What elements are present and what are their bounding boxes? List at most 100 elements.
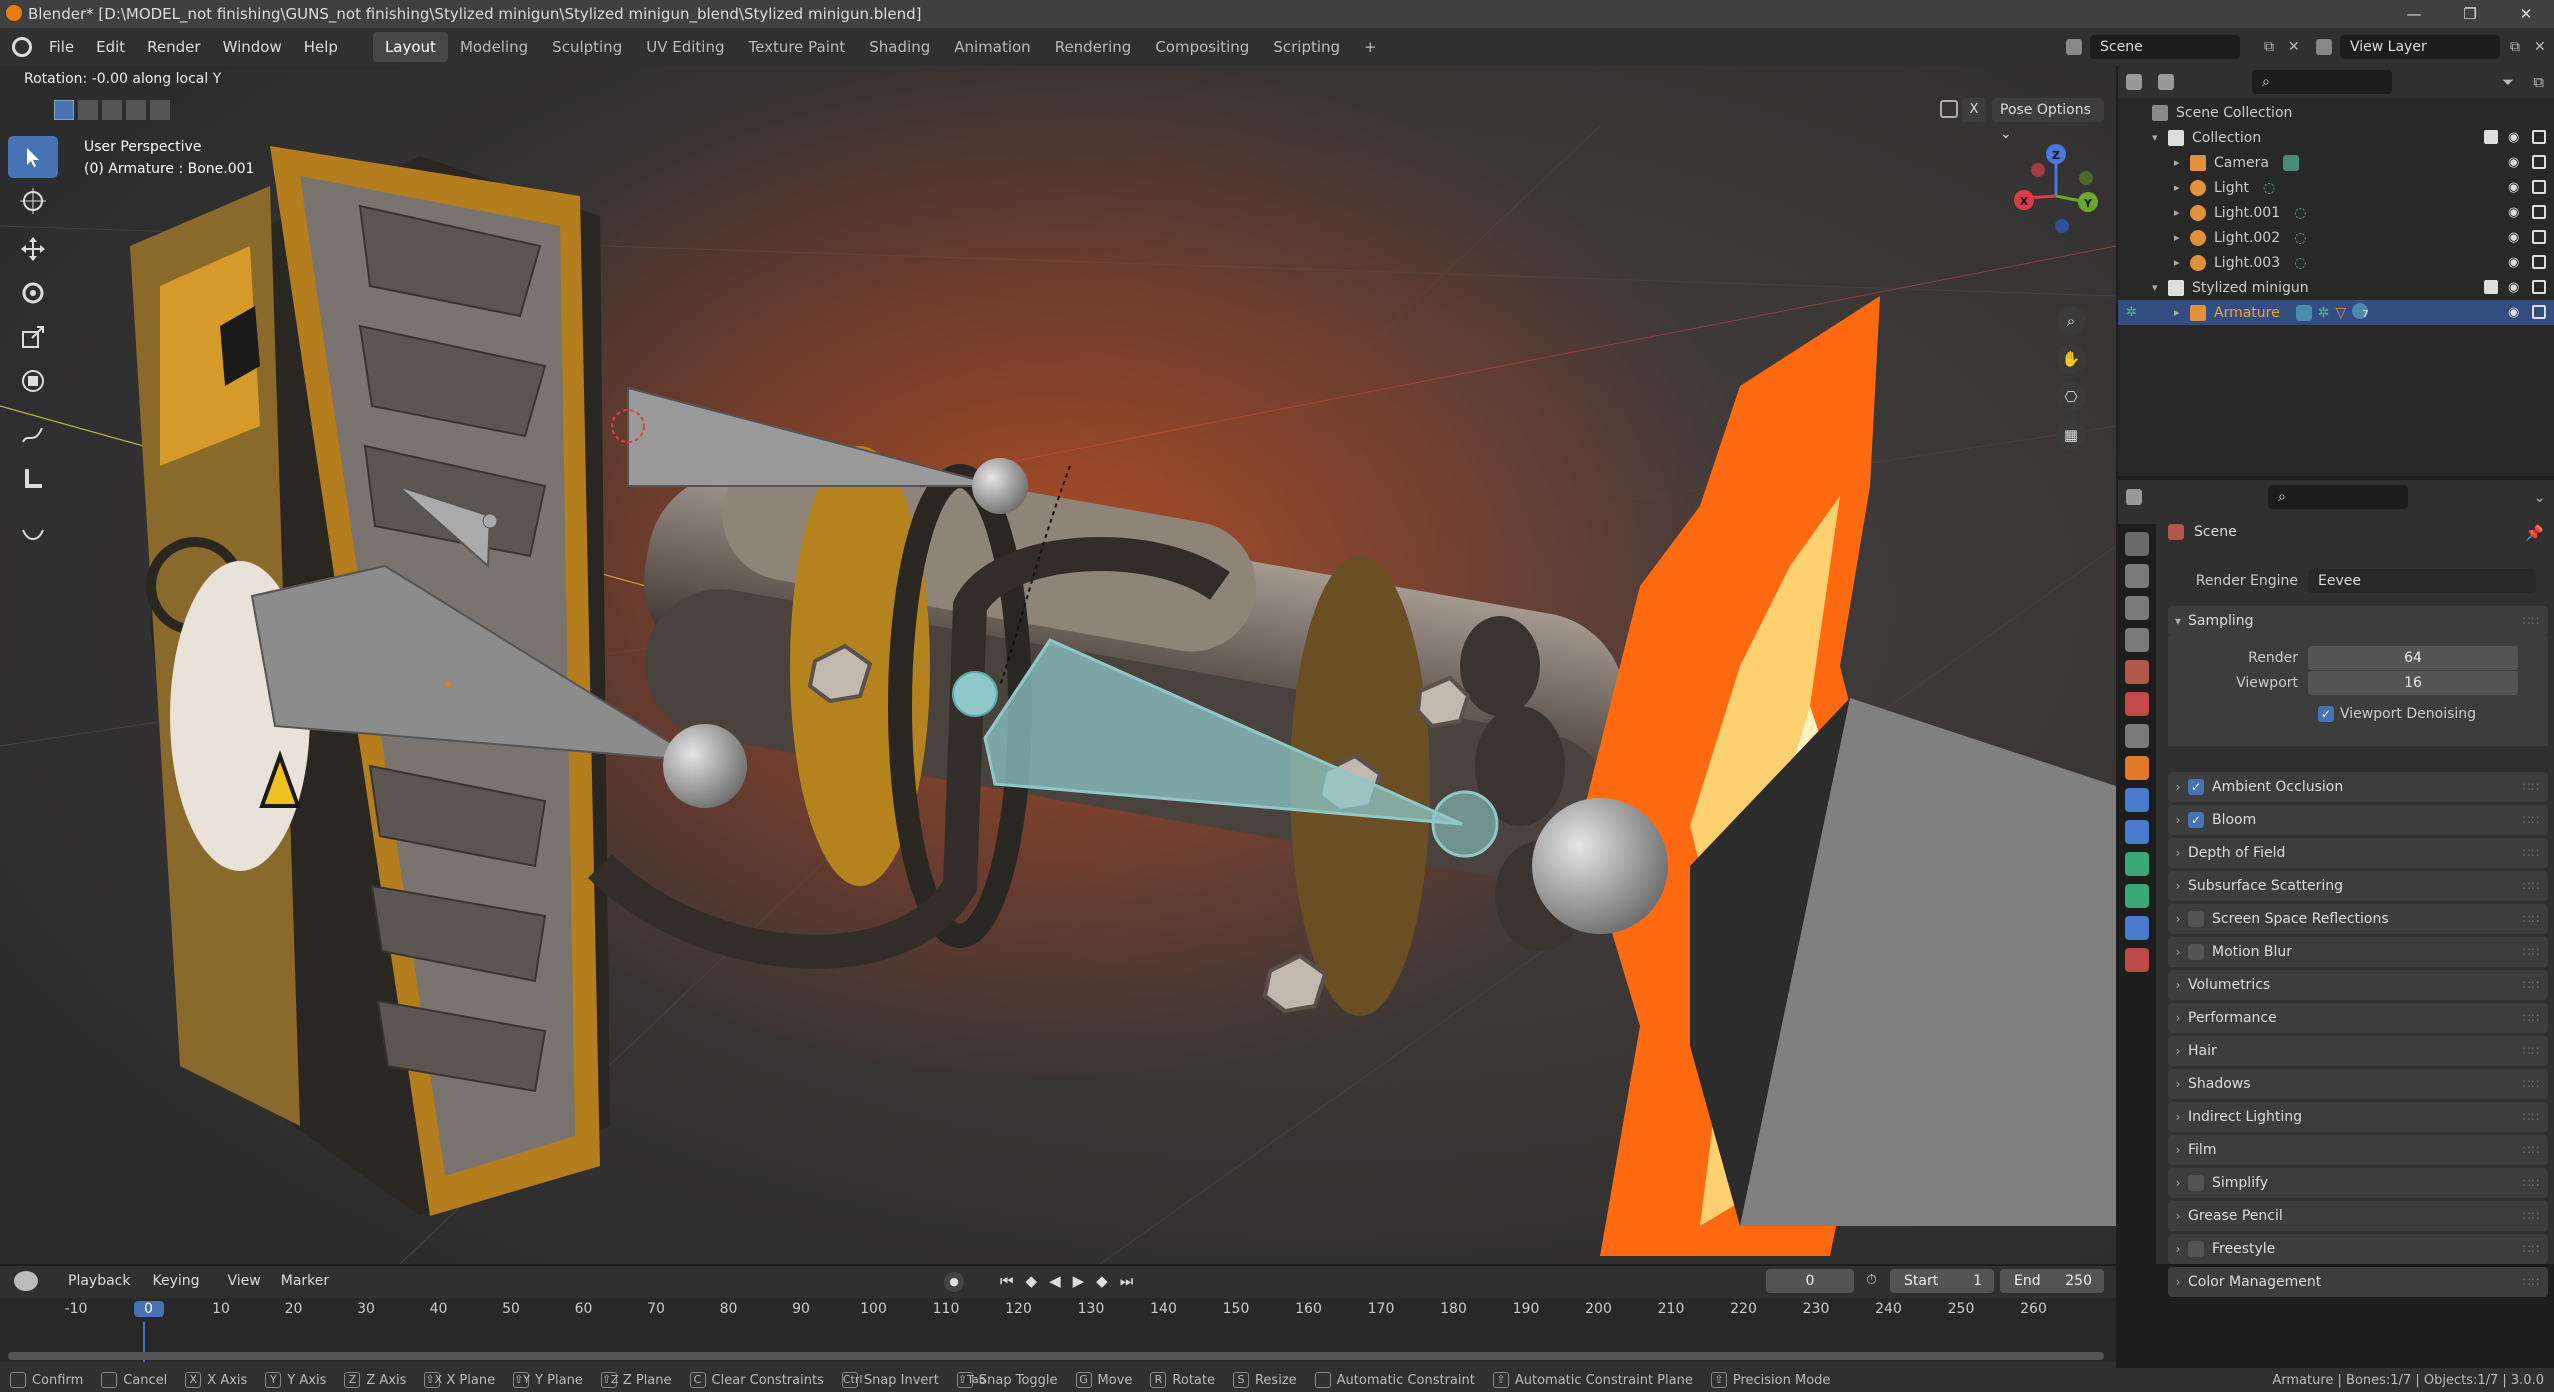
pin-icon[interactable]: 📌: [2525, 524, 2544, 542]
drag-handle-icon[interactable]: ∷∷: [2523, 614, 2540, 628]
drag-handle-icon[interactable]: ∷∷: [2523, 879, 2540, 893]
select-invert-icon[interactable]: [126, 100, 146, 120]
eye-icon[interactable]: ◉: [2508, 305, 2522, 320]
pose-mirror-icon[interactable]: [1940, 100, 1958, 118]
eye-icon[interactable]: ◉: [2508, 255, 2522, 270]
panel-expand-icon[interactable]: ▾: [2168, 614, 2188, 628]
properties-search-input[interactable]: ⌕: [2268, 485, 2408, 509]
eye-icon[interactable]: ◉: [2508, 205, 2522, 220]
bone-roll-tool[interactable]: [8, 512, 58, 554]
panel-screen-space-reflections[interactable]: › Screen Space Reflections ∷∷: [2168, 904, 2548, 934]
panel-freestyle[interactable]: › Freestyle ∷∷: [2168, 1234, 2548, 1264]
panel-enable-checkbox[interactable]: ✓: [2188, 812, 2204, 828]
x-mirror-toggle[interactable]: X: [1962, 98, 1986, 122]
eye-icon[interactable]: ◉: [2508, 230, 2522, 245]
light-data-icon[interactable]: ◌: [2294, 205, 2306, 221]
properties-editor-type-icon[interactable]: [2126, 489, 2142, 505]
camera-render-icon[interactable]: [2532, 205, 2546, 219]
panel-expand-icon[interactable]: ›: [2168, 978, 2188, 992]
drag-handle-icon[interactable]: ∷∷: [2523, 1209, 2540, 1223]
panel-shadows[interactable]: › Shadows ∷∷: [2168, 1069, 2548, 1099]
outliner-row-collection[interactable]: ▾ Collection ◉: [2118, 125, 2554, 150]
current-frame-field[interactable]: 0: [1766, 1269, 1854, 1293]
jump-keyframe-forward-icon[interactable]: ◆: [1096, 1272, 1108, 1290]
children-badge[interactable]: 7: [2352, 302, 2369, 323]
expand-arrow-icon[interactable]: ▾: [2152, 131, 2168, 144]
expand-arrow-icon[interactable]: ▸: [2174, 306, 2190, 319]
drag-handle-icon[interactable]: ∷∷: [2523, 912, 2540, 926]
panel-expand-icon[interactable]: ›: [2168, 1044, 2188, 1058]
blender-menu-icon[interactable]: [12, 37, 32, 57]
scene-remove-icon[interactable]: ✕: [2288, 39, 2300, 55]
panel-ambient-occlusion[interactable]: › ✓ Ambient Occlusion ∷∷: [2168, 772, 2548, 802]
camera-render-icon[interactable]: [2532, 255, 2546, 269]
panel-expand-icon[interactable]: ›: [2168, 912, 2188, 926]
select-new-icon[interactable]: [54, 100, 74, 120]
camera-render-icon[interactable]: [2532, 130, 2546, 144]
viewport-denoising-checkbox[interactable]: ✓: [2318, 706, 2334, 722]
camera-render-icon[interactable]: [2532, 230, 2546, 244]
outliner-row-armature[interactable]: ✲ ▸ Armature ✲ ▽ 7 ◉: [2118, 300, 2554, 325]
view-layer-selector[interactable]: View Layer: [2340, 35, 2500, 59]
render-tab-icon[interactable]: [2125, 564, 2149, 588]
panel-subsurface-scattering[interactable]: › Subsurface Scattering ∷∷: [2168, 871, 2548, 901]
world-tab-icon[interactable]: [2125, 692, 2149, 716]
outliner-search-input[interactable]: ⌕: [2252, 70, 2392, 94]
scene-tab-icon[interactable]: [2125, 660, 2149, 684]
panel-simplify[interactable]: › Simplify ∷∷: [2168, 1168, 2548, 1198]
drag-handle-icon[interactable]: ∷∷: [2523, 1110, 2540, 1124]
camera-render-icon[interactable]: [2532, 180, 2546, 194]
camera-render-icon[interactable]: [2532, 155, 2546, 169]
drag-handle-icon[interactable]: ∷∷: [2523, 1077, 2540, 1091]
tab-uv-editing[interactable]: UV Editing: [634, 32, 736, 62]
scene-selector[interactable]: Scene: [2090, 35, 2240, 59]
move-tool[interactable]: [8, 228, 58, 270]
panel-bloom[interactable]: › ✓ Bloom ∷∷: [2168, 805, 2548, 835]
drag-handle-icon[interactable]: ∷∷: [2523, 813, 2540, 827]
menu-edit[interactable]: Edit: [85, 38, 136, 56]
select-intersect-icon[interactable]: [150, 100, 170, 120]
panel-enable-checkbox[interactable]: [2188, 1241, 2204, 1257]
panel-expand-icon[interactable]: ›: [2168, 1011, 2188, 1025]
menu-view[interactable]: View: [228, 1273, 261, 1289]
exclude-checkbox[interactable]: [2484, 130, 2498, 144]
panel-motion-blur[interactable]: › Motion Blur ∷∷: [2168, 937, 2548, 967]
drag-handle-icon[interactable]: ∷∷: [2523, 978, 2540, 992]
panel-expand-icon[interactable]: ›: [2168, 879, 2188, 893]
eye-icon[interactable]: ◉: [2508, 180, 2522, 195]
outliner-row-light-002[interactable]: ▸ Light.002 ◌ ◉: [2118, 225, 2554, 250]
panel-enable-checkbox[interactable]: ✓: [2188, 779, 2204, 795]
3d-viewport[interactable]: Rotation: -0.00 along local Y User Persp…: [0, 66, 2116, 1264]
tab-rendering[interactable]: Rendering: [1043, 32, 1144, 62]
menu-marker[interactable]: Marker: [281, 1273, 329, 1289]
viewport-samples-field[interactable]: 16: [2308, 671, 2518, 695]
panel-expand-icon[interactable]: ›: [2168, 1077, 2188, 1091]
minimize-button[interactable]: —: [2386, 0, 2442, 28]
editor-type-icon[interactable]: [14, 1271, 38, 1291]
panel-expand-icon[interactable]: ›: [2168, 1110, 2188, 1124]
pose-mode-icon[interactable]: ✲: [2126, 305, 2137, 320]
close-button[interactable]: ✕: [2498, 0, 2554, 28]
tab-scripting[interactable]: Scripting: [1261, 32, 1352, 62]
camera-render-icon[interactable]: [2532, 305, 2546, 319]
tab-animation[interactable]: Animation: [942, 32, 1042, 62]
menu-file[interactable]: File: [38, 38, 85, 56]
panel-enable-checkbox[interactable]: [2188, 911, 2204, 927]
expand-arrow-icon[interactable]: ▸: [2174, 206, 2190, 219]
tab-shading[interactable]: Shading: [857, 32, 942, 62]
panel-volumetrics[interactable]: › Volumetrics ∷∷: [2168, 970, 2548, 1000]
menu-render[interactable]: Render: [136, 38, 211, 56]
scene-new-icon[interactable]: ⧉: [2264, 39, 2274, 55]
outliner-row-scene-collection[interactable]: Scene Collection: [2118, 100, 2554, 125]
view-layer-remove-icon[interactable]: ✕: [2534, 39, 2546, 55]
panel-film[interactable]: › Film ∷∷: [2168, 1135, 2548, 1165]
camera-render-icon[interactable]: [2532, 280, 2546, 294]
record-keyframe-icon[interactable]: ●: [944, 1272, 964, 1292]
exclude-checkbox[interactable]: [2484, 280, 2498, 294]
jump-end-icon[interactable]: ⏭: [1120, 1272, 1134, 1290]
drag-handle-icon[interactable]: ∷∷: [2523, 1011, 2540, 1025]
menu-playback[interactable]: Playback: [68, 1273, 130, 1289]
expand-arrow-icon[interactable]: ▸: [2174, 256, 2190, 269]
expand-arrow-icon[interactable]: ▸: [2174, 156, 2190, 169]
expand-arrow-icon[interactable]: ▸: [2174, 181, 2190, 194]
